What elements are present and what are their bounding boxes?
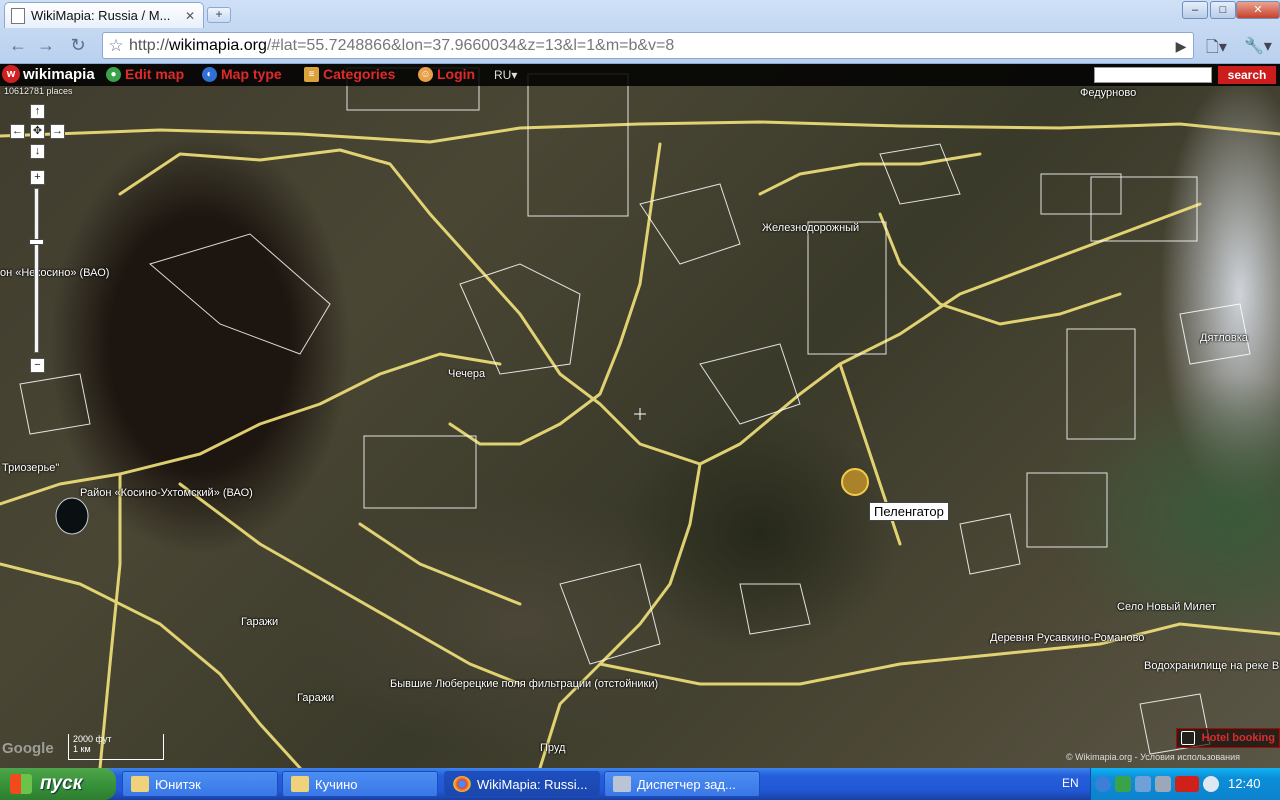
place-label[interactable]: Федурново	[1080, 87, 1136, 99]
scale-top-label: 2000 фут	[73, 734, 112, 744]
clock: 12:40	[1228, 776, 1261, 791]
edit-map-button[interactable]: ● Edit map	[106, 66, 184, 82]
zoom-in-button[interactable]: +	[30, 170, 45, 185]
new-tab-button[interactable]: +	[207, 7, 231, 23]
pan-center-icon[interactable]: ✥	[30, 124, 45, 139]
back-arrow-icon[interactable]: ←	[6, 34, 30, 58]
pan-down-icon[interactable]: ↓	[30, 144, 45, 159]
categories-button[interactable]: ≡ Categories	[304, 66, 395, 82]
browser-tab[interactable]: WikiMapia: Russia / M... ✕	[4, 2, 204, 28]
scale-bar: 2000 фут 1 км	[68, 734, 164, 760]
folder-icon	[131, 776, 149, 792]
tray-expand-icon[interactable]	[1095, 776, 1111, 792]
place-label[interactable]: Деревня Русавкино-Романово	[990, 632, 1144, 644]
wrench-icon[interactable]: 🔧▾	[1244, 36, 1272, 56]
bookmark-star-icon[interactable]: ☆	[103, 36, 129, 56]
wikimapia-logo-icon: w	[2, 65, 20, 83]
places-count: 10612781 places	[4, 86, 73, 96]
url-text[interactable]: http://wikimapia.org/#lat=55.7248866&lon…	[129, 37, 674, 55]
tray-app-icon[interactable]	[1115, 776, 1131, 792]
page-icon	[11, 7, 25, 24]
taskbar-item[interactable]: Юнитэк	[122, 771, 278, 797]
place-tooltip: Пеленгатор	[869, 502, 949, 521]
windows-logo-icon	[10, 774, 32, 794]
place-label[interactable]: Водохранилище на реке Вь	[1144, 660, 1280, 672]
map-overlay	[0, 67, 1280, 768]
place-label[interactable]: Бывшие Люберецкие поля фильтрации (отсто…	[390, 678, 658, 690]
wikimapia-logo[interactable]: w wikimapia	[2, 65, 95, 83]
place-label[interactable]: Железнодорожный	[762, 222, 859, 234]
volume-icon[interactable]	[1203, 776, 1219, 792]
map-canvas[interactable]: Федурново Железнодорожный он «Некосино» …	[0, 64, 1280, 768]
display-icon[interactable]	[1155, 776, 1171, 792]
task-manager-icon	[613, 776, 631, 792]
place-label[interactable]: Пруд	[540, 742, 565, 754]
address-bar[interactable]: ☆ http://wikimapia.org/#lat=55.7248866&l…	[102, 32, 1194, 59]
zoom-slider-handle[interactable]	[29, 239, 44, 245]
place-label[interactable]: Дятловка	[1200, 332, 1248, 344]
hotel-icon	[1181, 731, 1195, 745]
place-label[interactable]: Триозерье"	[2, 462, 59, 474]
zoom-slider-track[interactable]	[34, 188, 39, 353]
place-label[interactable]: Чечера	[448, 368, 485, 380]
folder-icon	[291, 776, 309, 792]
taskbar: пуск Юнитэк Кучино WikiMapia: Russi... Д…	[0, 768, 1280, 800]
pan-left-icon[interactable]: ←	[10, 124, 25, 139]
google-logo: Google	[2, 740, 54, 757]
scale-bottom-label: 1 км	[73, 744, 91, 754]
language-select[interactable]: RU▾	[494, 68, 517, 82]
tab-strip: WikiMapia: Russia / M... ✕ + – □ ✕	[0, 0, 1280, 28]
close-window-button[interactable]: ✕	[1236, 1, 1280, 19]
place-label[interactable]: Гаражи	[241, 616, 278, 628]
forward-arrow-icon[interactable]: →	[34, 34, 58, 58]
place-label[interactable]: Район «Косино-Ухтомский» (ВАО)	[80, 487, 253, 499]
go-icon[interactable]: ▶	[1171, 36, 1191, 56]
pan-right-icon[interactable]: →	[50, 124, 65, 139]
search-button[interactable]: search	[1218, 66, 1276, 84]
browser-chrome: WikiMapia: Russia / M... ✕ + – □ ✕ ← → ↻…	[0, 0, 1280, 64]
place-label[interactable]: Гаражи	[297, 692, 334, 704]
taskbar-item-active[interactable]: WikiMapia: Russi...	[444, 771, 600, 797]
copyright-text[interactable]: © Wikimapia.org - Условия использования	[1066, 752, 1240, 762]
tab-title: WikiMapia: Russia / M...	[31, 8, 171, 23]
place-label[interactable]: Село Новый Милет	[1117, 601, 1216, 613]
map-type-button[interactable]: ◐ Map type	[202, 66, 282, 82]
close-tab-icon[interactable]: ✕	[183, 9, 197, 23]
taskbar-item[interactable]: Диспетчер зад...	[604, 771, 760, 797]
start-button[interactable]: пуск	[0, 768, 116, 800]
maximize-button[interactable]: □	[1210, 1, 1236, 19]
zoom-out-button[interactable]: −	[30, 358, 45, 373]
hotel-booking-button[interactable]: Hotel booking	[1176, 728, 1280, 748]
pan-up-icon[interactable]: ↑	[30, 104, 45, 119]
reload-icon[interactable]: ↻	[66, 34, 90, 58]
input-language[interactable]: EN	[1062, 776, 1079, 790]
login-button[interactable]: ☺ Login	[418, 66, 475, 82]
wikimapia-toolbar: w wikimapia ● Edit map ◐ Map type ≡ Cate…	[0, 64, 1280, 86]
browser-toolbar: ← → ↻ ☆ http://wikimapia.org/#lat=55.724…	[0, 28, 1280, 64]
network-icon[interactable]	[1135, 776, 1151, 792]
highlight-marker	[841, 468, 869, 496]
globe-icon: ●	[106, 66, 121, 82]
user-icon: ☺	[418, 66, 433, 82]
categories-icon: ≡	[304, 66, 319, 82]
ati-icon[interactable]	[1175, 776, 1199, 792]
zoom-control: ↑ ← ✥ → ↓ + −	[10, 104, 70, 374]
minimize-button[interactable]: –	[1182, 1, 1208, 19]
page-menu-icon[interactable]: 🗋▾	[1206, 36, 1227, 56]
taskbar-item[interactable]: Кучино	[282, 771, 438, 797]
chrome-icon	[453, 776, 471, 792]
compass-icon: ◐	[202, 66, 217, 82]
search-input[interactable]	[1094, 67, 1212, 83]
